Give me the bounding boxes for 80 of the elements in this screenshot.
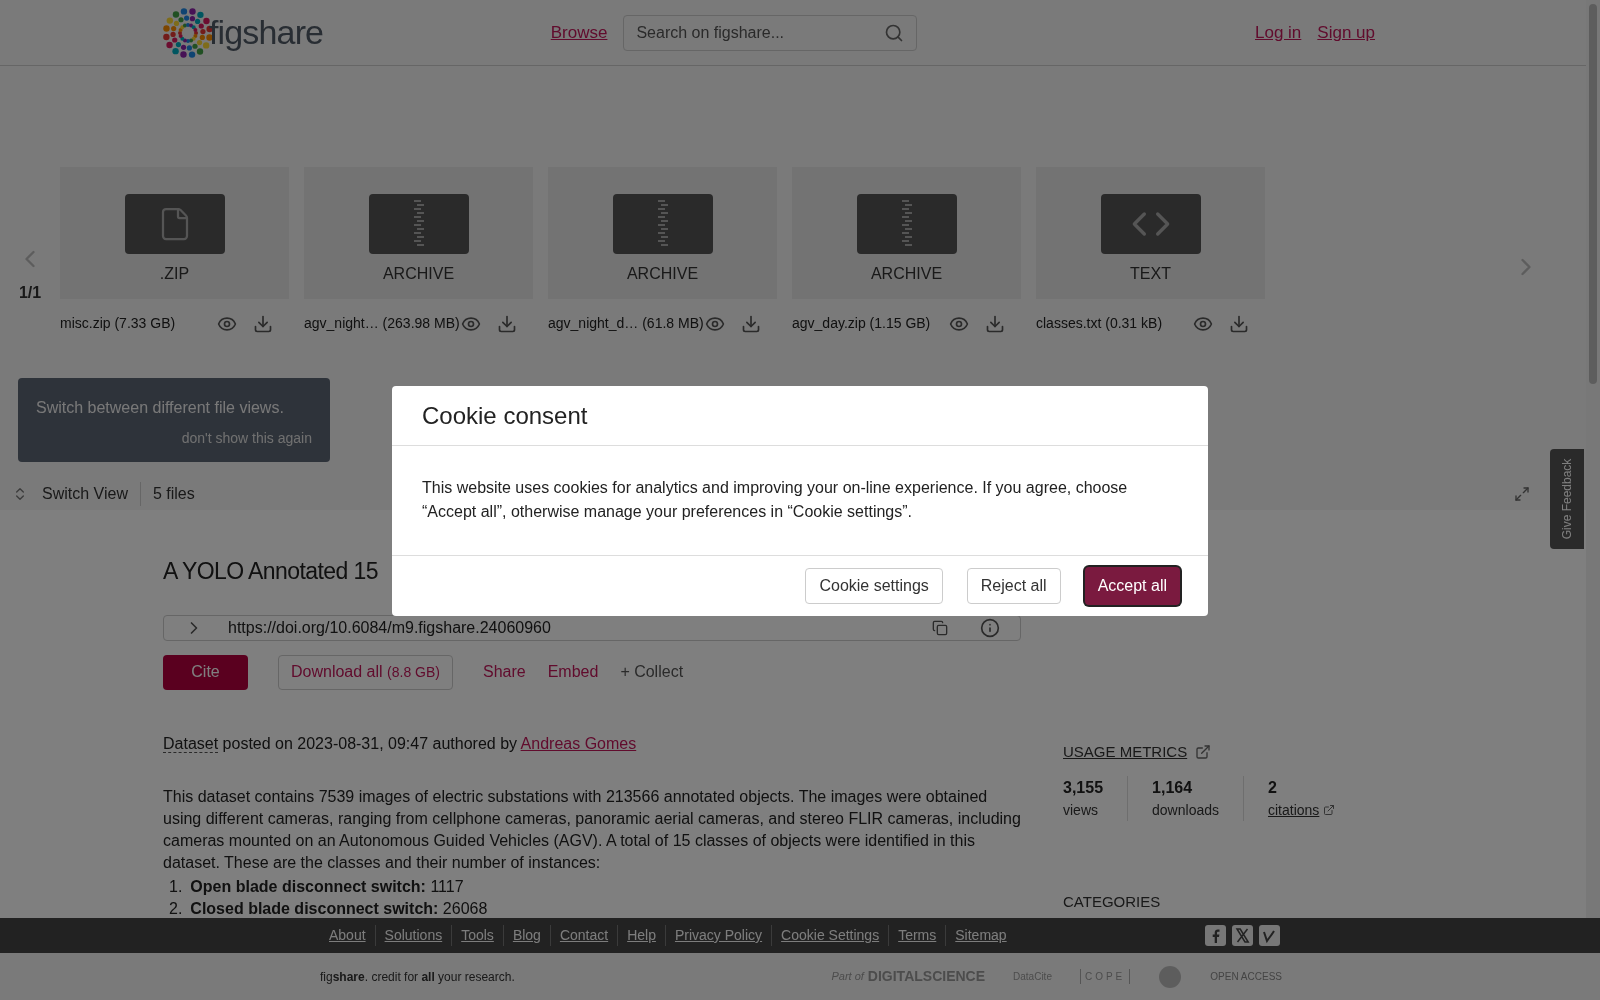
share-link[interactable]: Share <box>482 660 526 684</box>
file-type-label: ARCHIVE <box>870 264 943 284</box>
download-icon[interactable] <box>985 313 1005 334</box>
search-field[interactable]: Search on figshare... <box>623 14 918 51</box>
x-icon[interactable] <box>1232 925 1253 946</box>
author-link[interactable]: Andreas Gomes <box>520 734 637 752</box>
download-icon[interactable] <box>741 313 761 334</box>
list-number: 2. <box>169 898 183 918</box>
auth-link[interactable]: Log in <box>1255 19 1302 46</box>
file-name: classes.txt (0.31 kB) <box>1036 314 1163 333</box>
collect-link[interactable]: + Collect <box>620 660 684 684</box>
item-meta: Dataset posted on 2023-08-31, 09:47 authored by Andreas Gomes <box>163 733 638 755</box>
file-type-label: .ZIP <box>159 264 190 284</box>
dialog-title: Cookie consent <box>392 386 1208 446</box>
file-type-label: TEXT <box>1130 264 1171 284</box>
copy-icon[interactable] <box>932 619 948 636</box>
file-name: agv_night… (263.98 MB) <box>304 314 460 333</box>
download-icon[interactable] <box>253 313 273 334</box>
file-type-label: ARCHIVE <box>382 264 455 284</box>
metric-label: downloads <box>1152 800 1219 820</box>
file-type-label: ARCHIVE <box>626 264 699 284</box>
dismiss-link[interactable]: don't show this again <box>181 428 312 449</box>
search-input[interactable]: Search on figshare... <box>636 20 885 45</box>
metric-label: views <box>1063 800 1099 820</box>
switch-view-button[interactable]: Switch View <box>42 482 141 506</box>
cite-button[interactable]: Cite <box>163 654 248 690</box>
external-link-icon <box>1195 744 1212 761</box>
browse-link[interactable]: Browse <box>550 19 608 46</box>
usage-metrics-link[interactable]: USAGE METRICS <box>1063 741 1188 764</box>
file-card[interactable]: ARCHIVE <box>304 167 533 299</box>
doi-link[interactable]: https://doi.org/10.6084/m9.figshare.24060960 <box>228 615 932 640</box>
footer-link[interactable]: Blog <box>502 925 550 946</box>
list-number: 1. <box>169 876 183 897</box>
search-icon[interactable] <box>884 22 905 43</box>
footer-link[interactable]: Terms <box>888 925 946 946</box>
logo-text[interactable]: figshare <box>209 7 324 58</box>
file-name: misc.zip (7.33 GB) <box>60 314 176 333</box>
metric-link[interactable]: citations <box>1268 799 1320 821</box>
file-card[interactable]: TEXT <box>1036 167 1265 299</box>
seal-icon <box>1158 964 1183 989</box>
dialog-button[interactable]: Reject all <box>966 568 1061 604</box>
page-indicator: 1/1 <box>18 283 42 303</box>
footer-link[interactable]: About <box>320 925 375 946</box>
info-icon[interactable] <box>980 617 1000 638</box>
footer-link[interactable]: Solutions <box>374 925 452 946</box>
file-card[interactable]: .ZIP <box>60 167 289 299</box>
file-count: 5 files <box>152 484 195 504</box>
footer-link[interactable]: Privacy Policy <box>664 925 772 946</box>
embed-link[interactable]: Embed <box>547 660 599 684</box>
item-description: This dataset contains 7539 images of electric substations with 213566 annotated objects. The images were obtained using different cameras, ranging from cellphone cameras, panoramic aerial cameras, and stereo FLIR cameras, including cameras mounted on an Autonomous Guided Vehicles (AGV). A total of 15 classes of objects were identified in this dataset. These are the classes and their number of instances: <box>163 786 1021 873</box>
item-title: A YOLO Annotated 15 <box>163 557 378 586</box>
file-name: agv_day.zip (1.15 GB) <box>792 314 931 333</box>
dialog-button[interactable]: Accept all <box>1084 567 1180 605</box>
dialog-button[interactable]: Cookie settings <box>805 568 943 604</box>
download-icon[interactable] <box>497 313 517 334</box>
footer-link[interactable]: Sitemap <box>945 925 1016 946</box>
metric-value: 1,164 <box>1152 777 1194 798</box>
vimeo-icon[interactable] <box>1259 925 1280 946</box>
file-card[interactable]: ARCHIVE <box>792 167 1021 299</box>
categories-heading: CATEGORIES <box>1063 891 1162 912</box>
feedback-tab[interactable]: Give Feedback <box>1550 449 1584 549</box>
facebook-icon[interactable] <box>1205 925 1226 946</box>
tooltip-text: Switch between different file views. <box>36 398 285 418</box>
footer-link[interactable]: Tools <box>451 925 503 946</box>
class-count: Open blade disconnect switch: 1117 <box>190 876 464 897</box>
footer-tagline: figshare. credit for all your research. <box>320 968 515 986</box>
fullscreen-icon[interactable] <box>1514 486 1530 502</box>
metric-value: 3,155 <box>1063 777 1104 798</box>
external-link-icon <box>1323 804 1336 816</box>
download-icon[interactable] <box>1229 313 1249 334</box>
footer-link[interactable]: Contact <box>549 925 618 946</box>
file-card[interactable]: ARCHIVE <box>548 167 777 299</box>
file-name: agv_night_d… (61.8 MB) <box>548 314 704 333</box>
class-count: Closed blade disconnect switch: 26068 <box>190 898 488 918</box>
download-all-button[interactable]: Download all (8.8 GB) <box>278 654 453 690</box>
footer-link[interactable]: Cookie Settings <box>771 925 889 946</box>
metric-value: 2 <box>1268 777 1278 798</box>
auth-link[interactable]: Sign up <box>1317 19 1375 46</box>
footer-link[interactable]: Help <box>617 925 665 946</box>
dialog-body: This website uses cookies for analytics and improving your on-line experience. If you agree, choose “Accept all”, otherwise manage your preferences in “Cookie settings”. <box>392 446 1208 556</box>
